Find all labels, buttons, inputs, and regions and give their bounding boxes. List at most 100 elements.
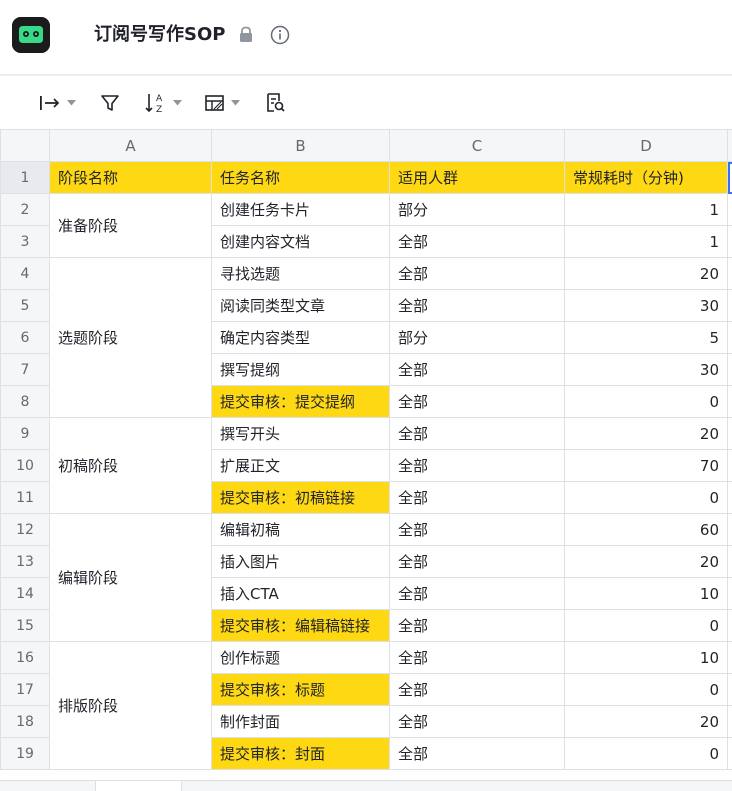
table-cell[interactable] [728,578,732,610]
audience-cell[interactable]: 全部 [390,386,565,418]
filter-button[interactable] [99,91,121,115]
task-name-cell[interactable]: 制作封面 [212,706,390,738]
task-name-cell[interactable]: 提交审核：提交提纲 [212,386,390,418]
find-replace-button[interactable] [264,91,286,115]
table-cell[interactable] [728,642,732,674]
audience-cell[interactable]: 部分 [390,322,565,354]
table-cell[interactable] [728,386,732,418]
minutes-cell[interactable]: 70 [565,450,728,482]
audience-cell[interactable]: 全部 [390,642,565,674]
table-cell[interactable] [728,482,732,514]
task-name-cell[interactable]: 编辑初稿 [212,514,390,546]
audience-cell[interactable]: 全部 [390,578,565,610]
task-name-cell[interactable]: 创建任务卡片 [212,194,390,226]
column-header[interactable]: C [390,130,565,162]
audience-cell[interactable]: 全部 [390,450,565,482]
row-header[interactable]: 13 [1,546,50,578]
table-cell[interactable] [728,354,732,386]
minutes-cell[interactable]: 20 [565,258,728,290]
minutes-cell[interactable]: 1 [565,226,728,258]
row-header[interactable]: 18 [1,706,50,738]
row-header[interactable]: 1 [1,162,50,194]
audience-cell[interactable]: 全部 [390,706,565,738]
audience-cell[interactable]: 全部 [390,290,565,322]
minutes-cell[interactable]: 20 [565,546,728,578]
task-name-cell[interactable]: 提交审核：标题 [212,674,390,706]
sort-button[interactable]: A Z [144,91,182,115]
table-cell[interactable] [728,290,732,322]
audience-cell[interactable]: 全部 [390,482,565,514]
row-header[interactable]: 4 [1,258,50,290]
minutes-cell[interactable]: 0 [565,386,728,418]
document-title[interactable]: 订阅号写作SOP [94,22,225,48]
row-header[interactable]: 3 [1,226,50,258]
minutes-cell[interactable]: 10 [565,642,728,674]
column-header[interactable]: A [50,130,212,162]
task-name-cell[interactable]: 创作标题 [212,642,390,674]
audience-cell[interactable]: 全部 [390,514,565,546]
row-header[interactable]: 16 [1,642,50,674]
task-name-cell[interactable]: 插入图片 [212,546,390,578]
freeze-column-button[interactable] [38,91,76,115]
column-header[interactable] [728,130,732,162]
table-cell[interactable]: 任务名称 [212,162,390,194]
table-cell[interactable] [728,738,732,770]
row-header[interactable]: 2 [1,194,50,226]
table-cell[interactable] [728,706,732,738]
table-cell[interactable] [728,546,732,578]
audience-cell[interactable]: 全部 [390,258,565,290]
minutes-cell[interactable]: 0 [565,482,728,514]
audience-cell[interactable]: 全部 [390,674,565,706]
lock-icon[interactable] [238,26,254,44]
phase-name-cell[interactable]: 初稿阶段 [50,418,212,514]
task-name-cell[interactable]: 寻找选题 [212,258,390,290]
table-cell[interactable] [728,418,732,450]
audience-cell[interactable]: 全部 [390,610,565,642]
table-cell[interactable] [728,514,732,546]
select-all-corner[interactable] [1,130,50,162]
minutes-cell[interactable]: 5 [565,322,728,354]
row-header[interactable]: 10 [1,450,50,482]
row-header[interactable]: 19 [1,738,50,770]
task-name-cell[interactable]: 确定内容类型 [212,322,390,354]
app-logo-icon[interactable] [12,17,50,53]
table-cell[interactable] [728,450,732,482]
minutes-cell[interactable]: 10 [565,578,728,610]
table-cell[interactable]: 阶段名称 [50,162,212,194]
minutes-cell[interactable]: 30 [565,354,728,386]
phase-name-cell[interactable]: 准备阶段 [50,194,212,258]
phase-name-cell[interactable]: 编辑阶段 [50,514,212,642]
task-name-cell[interactable]: 插入CTA [212,578,390,610]
row-header[interactable]: 12 [1,514,50,546]
audience-cell[interactable]: 全部 [390,226,565,258]
task-name-cell[interactable]: 提交审核：封面 [212,738,390,770]
audience-cell[interactable]: 全部 [390,738,565,770]
audience-cell[interactable]: 全部 [390,418,565,450]
minutes-cell[interactable]: 20 [565,418,728,450]
task-name-cell[interactable]: 撰写提纲 [212,354,390,386]
task-name-cell[interactable]: 扩展正文 [212,450,390,482]
table-cell[interactable] [728,610,732,642]
row-header[interactable]: 8 [1,386,50,418]
table-cell[interactable] [728,194,732,226]
minutes-cell[interactable]: 30 [565,290,728,322]
task-name-cell[interactable]: 撰写开头 [212,418,390,450]
minutes-cell[interactable]: 1 [565,194,728,226]
row-header[interactable]: 9 [1,418,50,450]
row-header[interactable]: 7 [1,354,50,386]
column-header[interactable]: D [565,130,728,162]
info-icon[interactable] [270,25,290,45]
phase-name-cell[interactable]: 选题阶段 [50,258,212,418]
column-header[interactable]: B [212,130,390,162]
task-name-cell[interactable]: 提交审核：编辑稿链接 [212,610,390,642]
minutes-cell[interactable]: 60 [565,514,728,546]
task-name-cell[interactable]: 提交审核：初稿链接 [212,482,390,514]
row-header[interactable]: 15 [1,610,50,642]
audience-cell[interactable]: 全部 [390,546,565,578]
table-cell[interactable] [728,162,732,194]
phase-name-cell[interactable]: 排版阶段 [50,642,212,770]
table-cell[interactable] [728,258,732,290]
table-cell[interactable] [728,322,732,354]
minutes-cell[interactable]: 20 [565,706,728,738]
minutes-cell[interactable]: 0 [565,674,728,706]
